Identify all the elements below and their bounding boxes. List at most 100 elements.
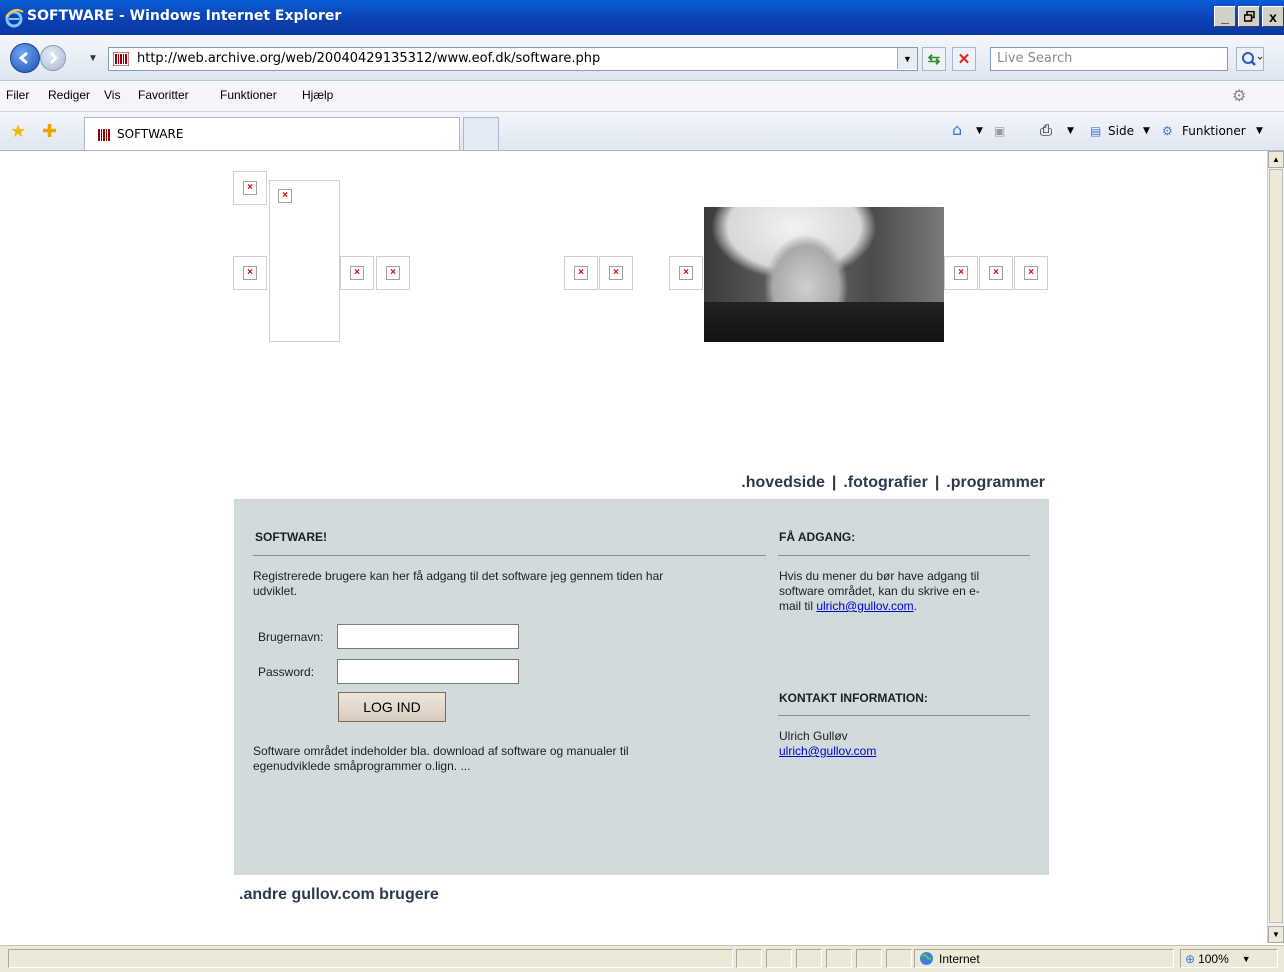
password-input[interactable] [337,659,519,684]
broken-image-icon: × [679,266,693,280]
broken-image: × [564,256,598,290]
page-icon: ▤ [1090,124,1102,138]
search-input[interactable]: Live Search [990,47,1228,71]
access-email-link[interactable]: ulrich@gullov.com [816,599,913,613]
gear-icon: ⚙ [1162,124,1173,138]
scroll-thumb[interactable] [1269,169,1283,923]
status-cell [766,949,792,968]
contact-name: Ulrich Gulløv [779,729,848,743]
software-intro-line2: udviklet. [253,584,298,598]
menu-view[interactable]: Vis [104,88,120,102]
page-menu-button[interactable]: Side [1108,124,1134,138]
software-info-line2: egenudviklede småprogrammer o.lign. ... [253,759,471,773]
status-cell [736,949,762,968]
broken-image-icon: × [989,266,1003,280]
menu-help[interactable]: Hjælp [302,88,333,102]
portrait-photo [704,207,944,342]
tools-menu-button[interactable]: Funktioner [1182,124,1246,138]
broken-image: × [944,256,978,290]
scroll-down-button[interactable]: ▼ [1268,926,1284,943]
zoom-icon: ⊕ [1185,951,1196,966]
nav-link-programs[interactable]: .programmer [946,474,1045,491]
contact-heading: KONTAKT INFORMATION: [779,691,928,705]
stop-button[interactable]: ✕ [952,47,976,71]
nav-link-home[interactable]: .hovedside [741,474,825,491]
access-heading: FÅ ADGANG: [779,530,856,544]
username-input[interactable] [337,624,519,649]
broken-image: × [669,256,703,290]
software-heading: SOFTWARE! [255,530,327,544]
access-line3: mail til ulrich@gullov.com. [779,599,917,614]
nav-separator: | [934,474,940,491]
search-button[interactable] [1236,47,1264,71]
chevron-down-icon[interactable]: ▼ [1256,126,1263,136]
back-button[interactable] [10,43,40,73]
zoom-control[interactable]: ⊕ 100% ▼ [1180,949,1278,968]
tab-software[interactable]: SOFTWARE [84,117,460,150]
restore-button[interactable] [1238,6,1260,27]
status-cell [886,949,912,968]
divider [778,715,1030,716]
access-line1: Hvis du mener du bør have adgang til [779,569,980,583]
menu-file[interactable]: Filer [6,88,29,102]
broken-image-icon: × [574,266,588,280]
close-button[interactable]: x [1262,6,1284,27]
divider [778,555,1030,556]
broken-image-icon: × [954,266,968,280]
menu-bar: Filer Rediger Vis Favoritter Funktioner … [0,81,1284,112]
title-bar: SOFTWARE - Windows Internet Explorer _ x [0,0,1284,35]
nav-separator: | [831,474,837,491]
security-zone[interactable]: Internet [914,949,1174,968]
vertical-scrollbar[interactable]: ▲ ▼ [1267,151,1284,943]
status-text-cell [8,949,733,968]
divider [253,555,766,556]
broken-image: × [233,256,267,290]
new-tab-button[interactable] [463,117,499,150]
broken-image: × [599,256,633,290]
chevron-down-icon[interactable]: ▼ [1143,126,1150,136]
broken-image-icon: × [243,181,257,195]
zoom-level: 100% [1198,951,1229,966]
history-dropdown-icon[interactable]: ▼ [88,53,98,64]
login-button[interactable]: LOG IND [338,692,446,722]
menu-edit[interactable]: Rediger [48,88,90,102]
site-nav: .hovedside | .fotografier | .programmer [700,474,1045,492]
url-field[interactable]: http://web.archive.org/web/2004042913531… [108,47,918,71]
refresh-button[interactable]: ⇆ [922,47,946,71]
nav-link-photos[interactable]: .fotografier [843,474,927,491]
feeds-icon[interactable]: ▣ [994,124,1005,138]
scroll-up-button[interactable]: ▲ [1268,151,1284,168]
chevron-down-icon[interactable]: ▼ [1067,126,1074,136]
status-cell [856,949,882,968]
broken-image: × [269,180,340,342]
print-icon[interactable]: ⎙ [1040,121,1052,139]
window-title: SOFTWARE - Windows Internet Explorer [27,8,342,24]
chevron-up-icon: ▲ [1272,155,1280,164]
access-line2: software området, kan du skrive en e- [779,584,980,598]
url-text: http://web.archive.org/web/2004042913531… [137,51,601,66]
broken-image: × [233,171,267,205]
contact-email-link[interactable]: ulrich@gullov.com [779,744,876,759]
software-intro-line1: Registrerede brugere kan her få adgang t… [253,569,664,583]
search-icon [1242,52,1263,66]
toolbar-extra-icon[interactable]: ⚙ [1232,86,1246,106]
chevron-down-icon: ▼ [903,53,912,64]
home-icon[interactable]: ⌂ [952,120,962,139]
menu-favorites[interactable]: Favoritter [138,88,189,102]
zone-label: Internet [939,951,980,966]
forward-button[interactable] [40,45,66,71]
broken-image-icon: × [278,189,292,203]
minimize-button[interactable]: _ [1214,6,1236,27]
add-favorite-icon[interactable]: ✚ [42,121,57,142]
restore-icon [1243,11,1255,22]
chevron-down-icon: ▼ [1241,953,1251,964]
chevron-down-icon[interactable]: ▼ [976,126,983,136]
access-line3-suffix: . [913,599,918,613]
broken-image-icon: × [386,266,400,280]
menu-tools[interactable]: Funktioner [220,88,277,102]
broken-image: × [376,256,410,290]
url-dropdown-button[interactable]: ▼ [897,48,917,69]
favorites-star-icon[interactable]: ★ [10,121,26,142]
arrow-left-icon [18,51,28,65]
other-users-link[interactable]: .andre gullov.com brugere [239,886,439,904]
